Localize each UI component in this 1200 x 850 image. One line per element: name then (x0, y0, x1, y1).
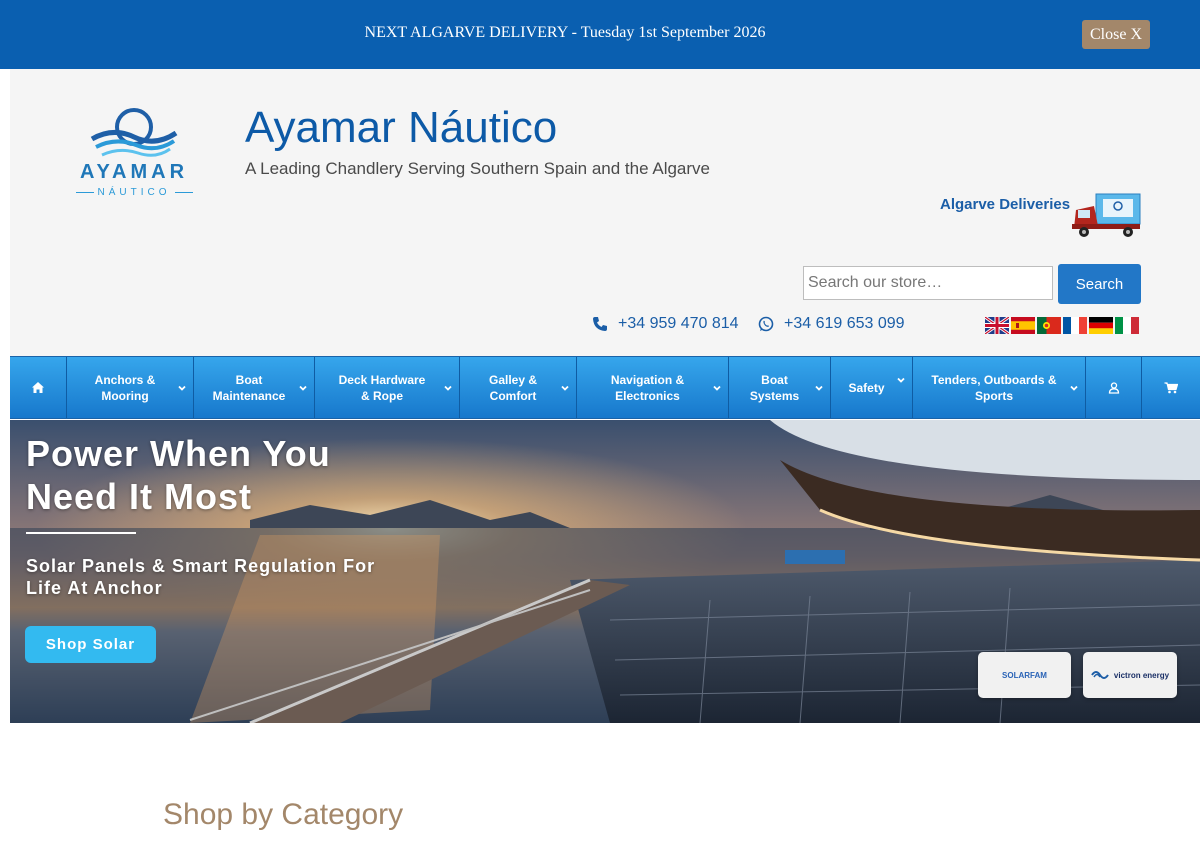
logo-subtitle: NÁUTICO (68, 187, 200, 198)
nav-home[interactable] (10, 357, 67, 418)
search-input[interactable] (803, 266, 1053, 300)
victron-brand-badge[interactable]: victron energy (1083, 652, 1177, 698)
home-icon (32, 382, 44, 393)
spain-flag-icon[interactable] (1011, 317, 1035, 334)
nav-label: Galley & Comfort (488, 372, 538, 403)
uk-flag-icon[interactable] (985, 317, 1009, 334)
chevron-down-icon (299, 385, 307, 391)
shop-by-category-heading: Shop by Category (163, 798, 404, 831)
nav-anchors-mooring[interactable]: Anchors & Mooring (67, 357, 194, 418)
shop-solar-button[interactable]: Shop Solar (25, 626, 156, 663)
announcement-text: NEXT ALGARVE DELIVERY - Tuesday 1st Sept… (364, 24, 766, 41)
chevron-down-icon (897, 377, 905, 383)
france-flag-icon[interactable] (1063, 317, 1087, 334)
nav-label: Boat Systems (749, 372, 800, 403)
site-title[interactable]: Ayamar Náutico (245, 103, 557, 153)
nav-cart[interactable] (1142, 357, 1200, 418)
hero-title: Power When You Need It Most (26, 433, 331, 517)
phone-number: +34 959 470 814 (618, 315, 739, 332)
hero-divider (26, 532, 136, 534)
italy-flag-icon[interactable] (1115, 317, 1139, 334)
user-icon (1108, 381, 1119, 394)
nav-label: Safety (848, 380, 885, 395)
chevron-down-icon (178, 385, 186, 391)
announcement-bar: NEXT ALGARVE DELIVERY - Tuesday 1st Sept… (0, 0, 1200, 69)
chevron-down-icon (444, 385, 452, 391)
site-header: AYAMAR NÁUTICO Ayamar Náutico A Leading … (10, 69, 1200, 356)
portugal-flag-icon[interactable] (1037, 317, 1061, 334)
germany-flag-icon[interactable] (1089, 317, 1113, 334)
nav-label: Anchors & Mooring (94, 372, 156, 403)
nav-label: Tenders, Outboards & Sports (931, 372, 1057, 403)
nav-safety[interactable]: Safety (831, 357, 913, 418)
logo-wordmark: AYAMAR (79, 161, 189, 183)
victron-logo-icon (1091, 671, 1109, 679)
site-logo[interactable]: AYAMAR NÁUTICO (68, 103, 200, 199)
nav-deck-hardware-rope[interactable]: Deck Hardware & Rope (315, 357, 460, 418)
nav-boat-maintenance[interactable]: Boat Maintenance (194, 357, 315, 418)
chevron-down-icon (815, 385, 823, 391)
phone-icon (593, 317, 607, 331)
language-selector (985, 317, 1139, 334)
nav-boat-systems[interactable]: Boat Systems (729, 357, 831, 418)
nav-tenders-outboards-sports[interactable]: Tenders, Outboards & Sports (913, 357, 1086, 418)
nav-label: Navigation & Electronics (610, 372, 685, 403)
chevron-down-icon (713, 385, 721, 391)
hero-subtitle: Solar Panels & Smart Regulation For Life… (26, 556, 376, 598)
logo-wave-icon (90, 108, 178, 157)
nav-account[interactable] (1086, 357, 1142, 418)
chevron-down-icon (561, 385, 569, 391)
cart-icon (1164, 381, 1178, 393)
delivery-truck-icon[interactable] (1070, 192, 1142, 238)
site-tagline: A Leading Chandlery Serving Southern Spa… (245, 159, 710, 178)
nav-navigation-electronics[interactable]: Navigation & Electronics (577, 357, 729, 418)
whatsapp-link[interactable]: +34 619 653 099 (758, 315, 905, 333)
whatsapp-number: +34 619 653 099 (784, 315, 905, 332)
whatsapp-icon (758, 316, 774, 332)
solarfam-brand-badge[interactable]: SOLARFAM (978, 652, 1071, 698)
hero-banner[interactable]: Power When You Need It Most Solar Panels… (10, 420, 1200, 723)
victron-brand-label: victron energy (1113, 670, 1170, 680)
nav-label: Deck Hardware & Rope (338, 372, 426, 403)
phone-link[interactable]: +34 959 470 814 (592, 315, 739, 333)
search-button[interactable]: Search (1058, 264, 1141, 304)
algarve-deliveries-link[interactable]: Algarve Deliveries (940, 196, 1070, 213)
main-navigation: Anchors & Mooring Boat Maintenance Deck … (10, 356, 1200, 419)
nav-galley-comfort[interactable]: Galley & Comfort (460, 357, 577, 418)
nav-label: Boat Maintenance (212, 372, 286, 403)
close-announcement-button[interactable]: Close X (1082, 20, 1150, 49)
chevron-down-icon (1070, 385, 1078, 391)
